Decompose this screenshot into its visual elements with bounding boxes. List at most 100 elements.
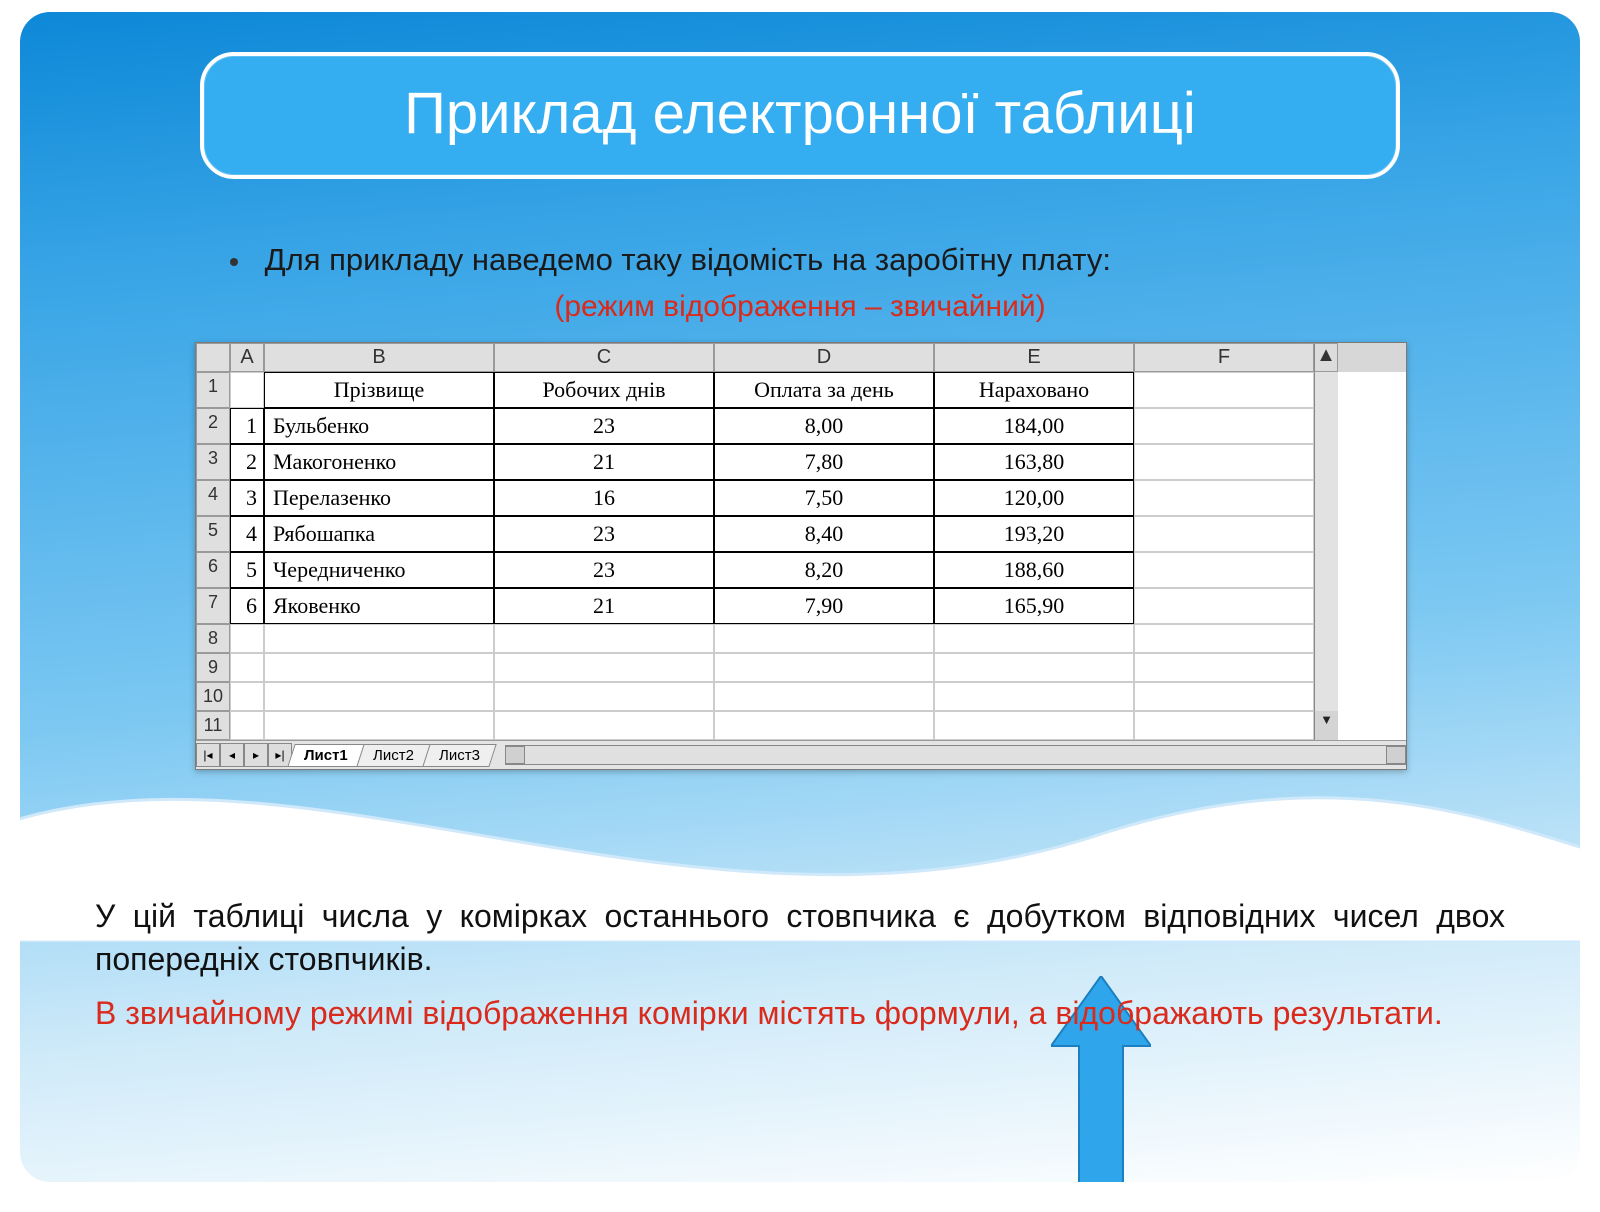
scrollbar-track[interactable] [1314,552,1338,588]
row-header[interactable]: 4 [196,480,230,516]
row-header[interactable]: 8 [196,624,230,653]
row-header[interactable]: 9 [196,653,230,682]
cell[interactable] [230,372,264,408]
row-header[interactable]: 2 [196,408,230,444]
cell[interactable]: 5 [230,552,264,588]
cell[interactable]: 21 [494,588,714,624]
cell[interactable]: 8,20 [714,552,934,588]
cell[interactable]: 7,80 [714,444,934,480]
sheet-tab-1[interactable]: Лист1 [287,744,364,767]
cell[interactable] [494,682,714,711]
cell[interactable] [934,624,1134,653]
scroll-up-icon[interactable]: ▲ [1314,343,1338,372]
tab-next-icon[interactable]: ▸ [244,743,268,767]
cell[interactable] [1134,682,1314,711]
cell[interactable]: Яковенко [264,588,494,624]
cell[interactable] [714,653,934,682]
scrollbar-track[interactable] [1314,372,1338,408]
cell[interactable] [1134,653,1314,682]
cell[interactable]: Нараховано [934,372,1134,408]
cell[interactable] [1134,480,1314,516]
cell[interactable]: 7,90 [714,588,934,624]
cell[interactable] [1134,588,1314,624]
cell[interactable]: Робочих днів [494,372,714,408]
row-header[interactable]: 3 [196,444,230,480]
cell[interactable]: 4 [230,516,264,552]
cell[interactable]: 23 [494,552,714,588]
col-header-F[interactable]: F [1134,343,1314,372]
cell[interactable] [264,682,494,711]
cell[interactable]: 163,80 [934,444,1134,480]
cell[interactable] [1134,408,1314,444]
scroll-down-icon[interactable]: ▼ [1314,711,1338,740]
cell[interactable] [494,711,714,740]
cell[interactable] [494,653,714,682]
cell[interactable] [934,711,1134,740]
cell[interactable]: Оплата за день [714,372,934,408]
col-header-C[interactable]: C [494,343,714,372]
sheet-tab-2[interactable]: Лист2 [356,744,430,767]
sheet-tab-3[interactable]: Лист3 [422,744,496,767]
cell[interactable] [264,653,494,682]
cell[interactable]: Прізвище [264,372,494,408]
cell[interactable] [1134,624,1314,653]
cell[interactable] [1134,444,1314,480]
cell[interactable] [1134,552,1314,588]
cell[interactable] [230,711,264,740]
scrollbar-track[interactable] [1314,516,1338,552]
scrollbar-track[interactable] [1314,588,1338,624]
cell[interactable] [494,624,714,653]
cell[interactable]: 16 [494,480,714,516]
scrollbar-track[interactable] [1314,480,1338,516]
scrollbar-track[interactable] [1314,653,1338,682]
scrollbar-track[interactable] [1314,624,1338,653]
col-header-A[interactable]: A [230,343,264,372]
cell[interactable]: Макогоненко [264,444,494,480]
cell[interactable]: Бульбенко [264,408,494,444]
cell[interactable] [934,653,1134,682]
cell[interactable]: 23 [494,408,714,444]
selectall-corner[interactable] [196,343,230,372]
cell[interactable]: 188,60 [934,552,1134,588]
cell[interactable] [714,711,934,740]
tab-prev-icon[interactable]: ◂ [220,743,244,767]
row-header[interactable]: 1 [196,372,230,408]
cell[interactable]: 23 [494,516,714,552]
scrollbar-track[interactable] [1314,444,1338,480]
row-header[interactable]: 7 [196,588,230,624]
row-header[interactable]: 10 [196,682,230,711]
cell[interactable]: Перелазенко [264,480,494,516]
cell[interactable]: 120,00 [934,480,1134,516]
cell[interactable] [1134,372,1314,408]
cell[interactable] [714,624,934,653]
cell[interactable] [714,682,934,711]
cell[interactable] [230,653,264,682]
cell[interactable]: 1 [230,408,264,444]
cell[interactable]: 6 [230,588,264,624]
col-header-B[interactable]: B [264,343,494,372]
cell[interactable]: 21 [494,444,714,480]
cell[interactable] [230,624,264,653]
cell[interactable]: Рябошапка [264,516,494,552]
scrollbar-track[interactable] [1314,408,1338,444]
cell[interactable]: 165,90 [934,588,1134,624]
cell[interactable]: 184,00 [934,408,1134,444]
cell[interactable] [1134,516,1314,552]
cell[interactable] [934,682,1134,711]
horizontal-scrollbar[interactable] [505,745,1406,765]
cell[interactable] [230,682,264,711]
cell[interactable]: 3 [230,480,264,516]
tab-first-icon[interactable]: |◂ [196,743,220,767]
row-header[interactable]: 11 [196,711,230,740]
cell[interactable]: 193,20 [934,516,1134,552]
cell[interactable]: 8,40 [714,516,934,552]
cell[interactable]: 8,00 [714,408,934,444]
col-header-D[interactable]: D [714,343,934,372]
cell[interactable]: 7,50 [714,480,934,516]
row-header[interactable]: 6 [196,552,230,588]
cell[interactable]: 2 [230,444,264,480]
scrollbar-track[interactable] [1314,682,1338,711]
row-header[interactable]: 5 [196,516,230,552]
cell[interactable]: Чередниченко [264,552,494,588]
cell[interactable] [1134,711,1314,740]
